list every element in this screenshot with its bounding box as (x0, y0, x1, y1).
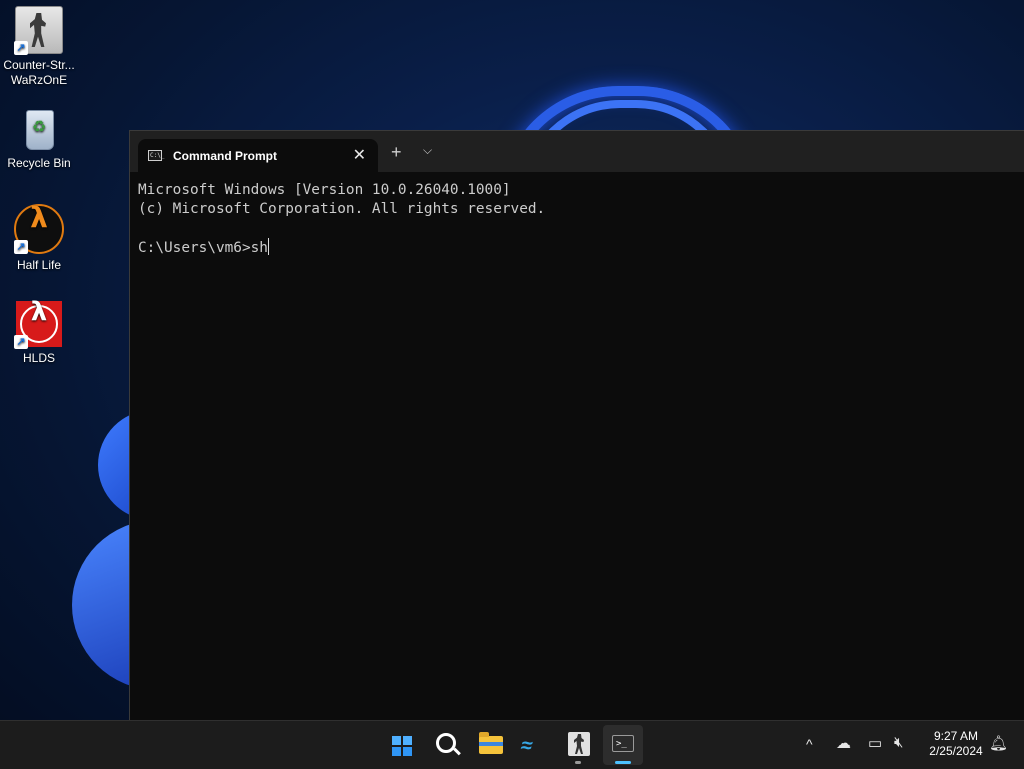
tab-title: Command Prompt (173, 149, 278, 163)
clock-date: 2/25/2024 (929, 744, 983, 758)
desktop-icon-label: HLDS (22, 351, 55, 365)
new-tab-button[interactable]: + (391, 143, 402, 161)
file-explorer-icon (479, 732, 503, 754)
file-explorer-button[interactable] (471, 725, 511, 765)
start-button[interactable] (382, 725, 422, 765)
terminal-icon: >_ (612, 735, 634, 752)
desktop-icon-label: Counter-Str... (3, 58, 75, 72)
text-cursor (267, 238, 269, 255)
start-icon (392, 736, 412, 756)
desktop-icon-label: Recycle Bin (7, 156, 71, 170)
console-output[interactable]: Microsoft Windows [Version 10.0.26040.10… (138, 181, 545, 258)
command-prompt-icon: C:\_ (148, 150, 165, 161)
shortcut-arrow-icon: ↗ (14, 41, 28, 55)
title-bar[interactable]: C:\_ Command Prompt ✕ + ⌵ (130, 131, 1024, 172)
console-line: (c) Microsoft Corporation. All rights re… (138, 201, 546, 217)
clock-time: 9:27 AM (933, 729, 979, 743)
show-hidden-icons-chevron-icon[interactable]: ^ (806, 736, 813, 752)
close-tab-button[interactable]: ✕ (353, 145, 366, 165)
desktop-icon-label-line2: WaRzOnE (10, 73, 68, 87)
taskbar: ≈ >_ ^ ☁ ▭ 🔇︎ 9:27 AM 2/25/2024 🔔︎ (0, 720, 1024, 769)
counter-strike-button[interactable] (559, 725, 599, 765)
prompt-input[interactable]: C:\Users\vm6>sh (138, 240, 268, 256)
desktop-icon-half-life[interactable]: λ ↗ Half Life (0, 204, 78, 273)
notification-bell-icon[interactable]: 🔔︎ (989, 734, 1008, 752)
tab-command-prompt[interactable]: C:\_ Command Prompt ✕ (138, 139, 378, 172)
search-icon (436, 733, 456, 753)
counter-strike-icon (568, 732, 590, 756)
dolphin-button[interactable]: ≈ (515, 725, 555, 765)
console-line-blank: ​ (138, 219, 545, 238)
command-line[interactable]: C:\Users\vm6>sh (138, 238, 545, 258)
terminal-button[interactable]: >_ (603, 725, 643, 765)
desktop-icon-label: Half Life (16, 258, 62, 272)
half-life-icon: λ ↗ (14, 204, 64, 254)
volume-muted-icon[interactable]: 🔇︎ (894, 734, 903, 751)
shortcut-arrow-icon: ↗ (14, 335, 28, 349)
running-indicator (575, 761, 581, 764)
onedrive-offline-icon[interactable]: ☁ (836, 734, 851, 752)
search-button[interactable] (427, 725, 467, 765)
dolphin-icon: ≈ (518, 735, 536, 757)
desktop-icon-hlds[interactable]: λ ↗ HLDS (0, 299, 78, 366)
clock[interactable]: 9:27 AM 2/25/2024 (918, 729, 994, 759)
hlds-icon: λ ↗ (14, 299, 62, 349)
terminal-window[interactable]: C:\_ Command Prompt ✕ + ⌵ Microsoft Wind… (129, 130, 1024, 721)
console-line: Microsoft Windows [Version 10.0.26040.10… (138, 182, 511, 198)
recycle-bin-icon: ♻ (16, 106, 62, 152)
shortcut-arrow-icon: ↗ (14, 240, 28, 254)
counter-strike-icon: ↗ (14, 6, 63, 55)
desktop-icon-counter-strike[interactable]: ↗ Counter-Str... WaRzOnE (0, 6, 78, 88)
desktop-icon-recycle-bin[interactable]: ♻ Recycle Bin (0, 106, 78, 171)
network-icon[interactable]: ▭ (868, 734, 882, 752)
active-indicator (615, 761, 631, 764)
tab-dropdown-button[interactable]: ⌵ (423, 143, 432, 158)
